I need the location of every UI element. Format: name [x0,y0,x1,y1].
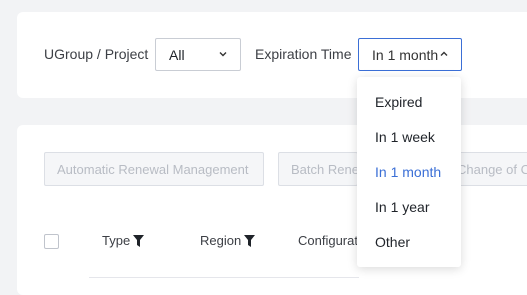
filter-icon[interactable] [244,234,256,247]
column-header-region[interactable]: Region [200,233,256,248]
expiration-time-label: Expiration Time [255,46,352,62]
batch-renewal-button[interactable]: Batch Rene [278,152,358,186]
column-header-type[interactable]: Type [102,233,145,248]
ugroup-project-label: UGroup / Project [44,46,149,62]
dropdown-option-1-year[interactable]: In 1 year [357,190,461,225]
expiration-time-select[interactable]: In 1 month [358,38,462,71]
filter-icon[interactable] [133,234,145,247]
automatic-renewal-button[interactable]: Automatic Renewal Management [44,152,264,186]
dropdown-option-1-month[interactable]: In 1 month [357,155,461,190]
expiration-dropdown-menu: Expired In 1 week In 1 month In 1 year O… [357,77,461,267]
select-all-checkbox[interactable] [44,234,59,249]
column-configuration-label: Configurati [298,233,358,248]
column-region-label: Region [200,233,242,248]
dropdown-option-expired[interactable]: Expired [357,85,461,120]
table-header-divider [89,277,359,278]
column-header-configuration[interactable]: Configurati [298,233,358,248]
chevron-down-icon [219,52,227,57]
dropdown-option-1-week[interactable]: In 1 week [357,120,461,155]
ugroup-select-value: All [169,46,185,63]
ugroup-project-select[interactable]: All [155,38,241,71]
column-type-label: Type [102,233,131,248]
expiration-select-value: In 1 month [372,46,439,63]
chevron-up-icon [440,51,448,56]
dropdown-option-other[interactable]: Other [357,225,461,260]
